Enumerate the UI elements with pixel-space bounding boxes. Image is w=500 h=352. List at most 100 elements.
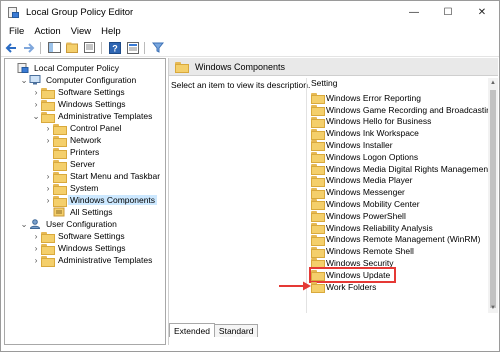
policy-editor-icon: [7, 6, 19, 18]
tree-item[interactable]: Local Computer Policy: [7, 62, 121, 74]
toolbar-separator: [40, 41, 41, 54]
settings-list-item[interactable]: Windows Remote Shell: [311, 245, 414, 258]
settings-list-item-label: Windows Ink Workspace: [326, 128, 419, 139]
chevron-down-icon[interactable]: ⌄: [19, 75, 29, 86]
tree-item[interactable]: All Settings: [43, 206, 115, 218]
settings-list-item[interactable]: Windows Error Reporting: [311, 92, 421, 105]
settings-list-item[interactable]: Windows Hello for Business: [311, 116, 431, 128]
tree-item[interactable]: Printers: [43, 146, 101, 159]
console-tree-icon: [65, 42, 78, 53]
folder-icon: [311, 93, 325, 105]
details-pane: Windows Components Select an item to vie…: [168, 58, 498, 345]
tree-item[interactable]: › Windows Components: [43, 194, 158, 207]
back-button[interactable]: [3, 41, 19, 55]
tree-item[interactable]: › Windows Settings: [31, 242, 128, 255]
chevron-right-icon[interactable]: ›: [43, 123, 53, 133]
tree-item[interactable]: ⌄ Computer Configuration: [19, 74, 138, 86]
tree-item-label: Windows Settings: [58, 99, 126, 109]
settings-list-item-label: Windows Messenger: [326, 187, 405, 198]
tree-item[interactable]: Server: [43, 158, 97, 171]
tree-item[interactable]: › Administrative Templates: [31, 254, 154, 267]
settings-list-item[interactable]: Work Folders: [311, 281, 377, 294]
filter-icon: [152, 42, 164, 53]
tree-item-label: Software Settings: [58, 87, 125, 97]
tree-item[interactable]: › System: [43, 182, 100, 195]
pane-divider[interactable]: [306, 78, 307, 313]
export-list-button[interactable]: [82, 41, 98, 55]
chevron-right-icon[interactable]: ›: [31, 255, 41, 265]
filter-button[interactable]: [150, 41, 166, 55]
tab-extended[interactable]: Extended: [169, 323, 215, 337]
chevron-right-icon[interactable]: ›: [43, 171, 53, 181]
tab-standard[interactable]: Standard: [213, 324, 259, 337]
settings-list-item-label: Windows Installer: [326, 139, 393, 150]
window-title: Local Group Policy Editor: [26, 6, 134, 18]
chevron-down-icon[interactable]: ⌄: [19, 219, 29, 230]
maximize-button[interactable]: ☐: [431, 1, 465, 23]
chevron-right-icon[interactable]: ›: [43, 195, 53, 205]
help-button[interactable]: ?: [107, 41, 123, 55]
show-hide-tree-icon: [47, 42, 61, 53]
scroll-down-icon[interactable]: ▼: [488, 303, 498, 313]
settings-list-item[interactable]: Windows Reliability Analysis: [311, 222, 433, 235]
settings-list-item[interactable]: Windows Update: [308, 267, 397, 283]
tree-item-label: Windows Settings: [58, 243, 126, 253]
tree-item[interactable]: › Software Settings: [31, 86, 127, 99]
tree-item[interactable]: › Network: [43, 134, 103, 147]
properties-button[interactable]: [125, 41, 141, 55]
settings-list-item[interactable]: Windows Game Recording and Broadcasting: [311, 104, 496, 117]
settings-list-item-label: Windows Remote Management (WinRM): [326, 234, 481, 245]
tree-item[interactable]: › Software Settings: [31, 230, 127, 243]
chevron-right-icon[interactable]: ›: [43, 135, 53, 145]
folder-icon: [53, 159, 67, 171]
settings-list-item[interactable]: Windows Ink Workspace: [311, 127, 419, 140]
menu-file[interactable]: File: [4, 26, 29, 37]
chevron-right-icon[interactable]: ›: [43, 183, 53, 193]
settings-list-item[interactable]: Windows Media Digital Rights Management: [311, 163, 490, 176]
tree-item-label: Start Menu and Taskbar: [70, 171, 161, 181]
folder-icon: [311, 128, 325, 140]
chevron-right-icon[interactable]: ›: [31, 231, 41, 241]
settings-list-item[interactable]: Windows PowerShell: [311, 210, 406, 223]
settings-list-item[interactable]: Windows Installer: [311, 139, 393, 152]
show-hide-tree-button[interactable]: [46, 41, 62, 55]
scroll-up-icon[interactable]: ▲: [488, 78, 498, 88]
settings-list-item-label: Windows Game Recording and Broadcasting: [326, 104, 496, 115]
minimize-button[interactable]: —: [397, 1, 431, 23]
tree-item[interactable]: › Control Panel: [43, 122, 124, 135]
settings-list-item-label: Windows Remote Shell: [326, 246, 414, 257]
folder-icon: [41, 99, 55, 111]
tree-item[interactable]: ⌄ User Configuration: [19, 218, 119, 230]
scrollbar-thumb[interactable]: [490, 90, 496, 308]
settings-list-item-label: Windows Logon Options: [326, 151, 419, 162]
settings-list-item-label: Windows Media Player: [326, 175, 413, 186]
settings-list-item[interactable]: Windows Messenger: [311, 186, 405, 199]
folder-icon: [311, 199, 325, 211]
properties-icon: [127, 41, 139, 54]
folder-icon: [41, 243, 55, 255]
tree-item[interactable]: ⌄ Administrative Templates: [31, 110, 154, 123]
chevron-right-icon[interactable]: ›: [31, 243, 41, 253]
folder-icon: [53, 135, 67, 147]
settings-list-item[interactable]: Windows Media Player: [311, 175, 412, 187]
tree-item[interactable]: › Windows Settings: [31, 98, 128, 111]
console-tree-button[interactable]: [64, 41, 80, 55]
menu-action[interactable]: Action: [29, 26, 65, 37]
settings-list-item[interactable]: Windows Mobility Center: [311, 198, 420, 211]
tree-item[interactable]: › Start Menu and Taskbar: [43, 170, 162, 183]
folder-icon: [311, 164, 325, 176]
menu-view[interactable]: View: [66, 26, 96, 37]
chevron-right-icon[interactable]: ›: [31, 87, 41, 97]
vertical-scrollbar[interactable]: ▲ ▼: [488, 78, 498, 313]
menu-bar: File Action View Help: [1, 23, 499, 39]
close-button[interactable]: ✕: [465, 1, 499, 23]
settings-list-item-label: Work Folders: [326, 281, 377, 292]
settings-list-item[interactable]: Windows Security: [311, 257, 394, 270]
setting-column-header[interactable]: Setting: [311, 78, 337, 88]
chevron-down-icon[interactable]: ⌄: [31, 111, 41, 122]
forward-button[interactable]: [21, 41, 37, 55]
chevron-right-icon[interactable]: ›: [31, 99, 41, 109]
settings-list-item[interactable]: Windows Remote Management (WinRM): [311, 234, 480, 246]
settings-list-item[interactable]: Windows Logon Options: [311, 151, 419, 164]
menu-help[interactable]: Help: [96, 26, 126, 37]
